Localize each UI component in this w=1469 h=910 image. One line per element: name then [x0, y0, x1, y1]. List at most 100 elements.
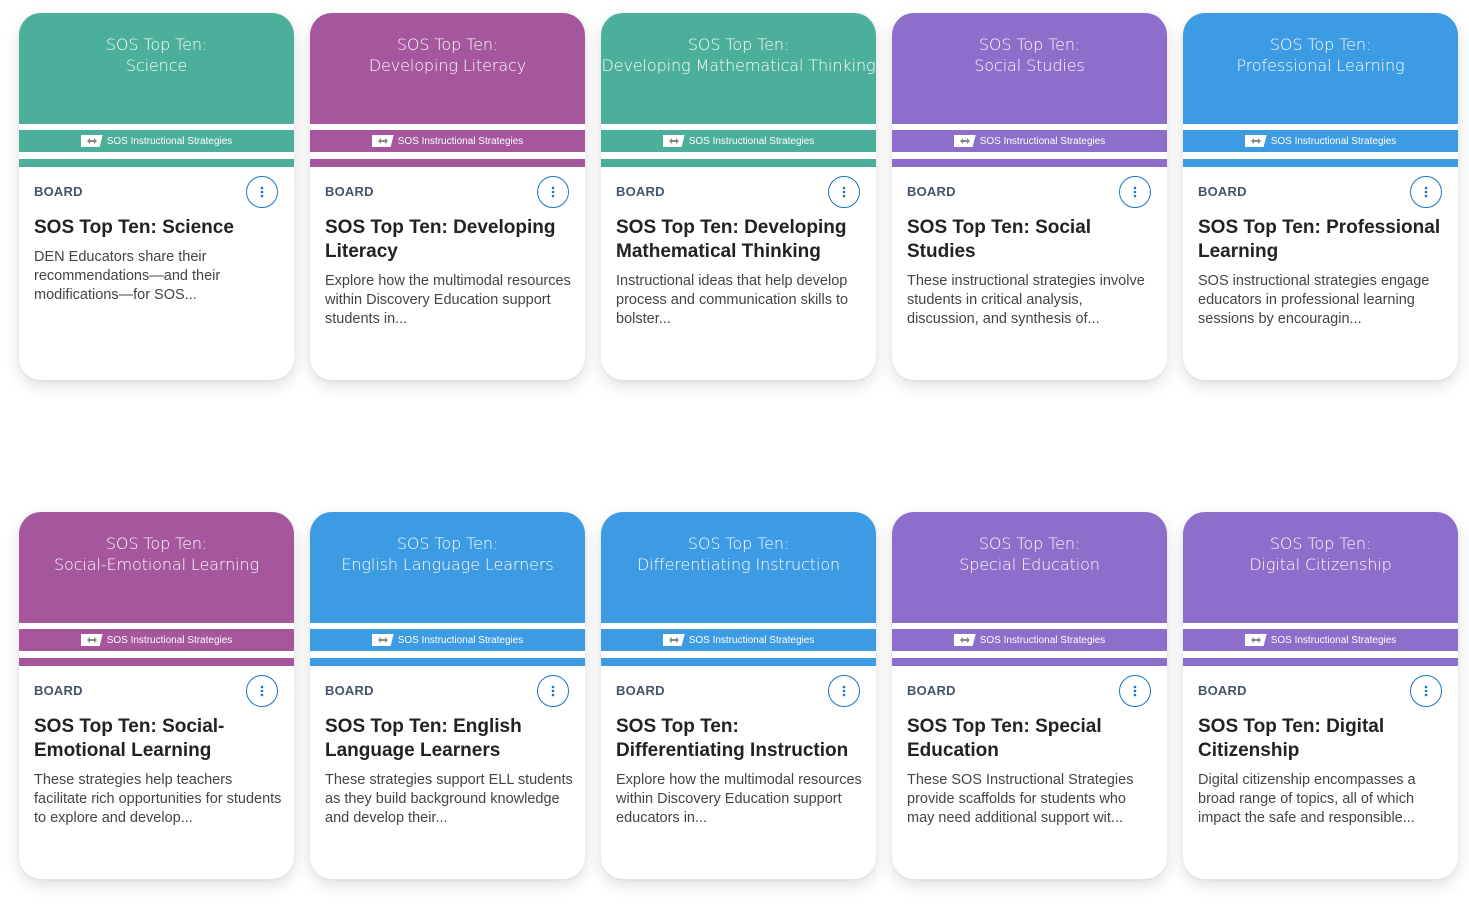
more-options-button[interactable]	[537, 675, 569, 707]
sos-logo-icon	[662, 634, 685, 646]
more-options-button[interactable]	[1410, 675, 1442, 707]
thumbnail-title-area: SOS Top Ten: Professional Learning	[1183, 13, 1458, 124]
board-card[interactable]: SOS Top Ten: Professional Learning SOS I…	[1183, 13, 1458, 380]
thumbnail-title-area: SOS Top Ten: Developing Literacy	[310, 13, 585, 124]
sos-badge-label: SOS Instructional Strategies	[1270, 634, 1397, 646]
sos-logo-icon	[371, 634, 394, 646]
sos-badge: SOS Instructional Strategies	[19, 629, 294, 651]
more-options-button[interactable]	[1119, 675, 1151, 707]
thumbnail-title-line-1: SOS Top Ten:	[105, 533, 208, 553]
sos-badge-label: SOS Instructional Strategies	[106, 634, 233, 646]
card-thumbnail[interactable]: SOS Top Ten: Developing Literacy SOS Ins…	[310, 13, 585, 168]
card-thumbnail[interactable]: SOS Top Ten: Professional Learning SOS I…	[1183, 13, 1458, 168]
board-card[interactable]: SOS Top Ten: Differentiating Instruction…	[601, 512, 876, 879]
kebab-menu-icon	[1424, 685, 1428, 697]
card-title[interactable]: SOS Top Ten: Developing Literacy	[325, 216, 571, 264]
more-options-button[interactable]	[1119, 176, 1151, 208]
sos-badge-label: SOS Instructional Strategies	[397, 634, 524, 646]
more-options-button[interactable]	[1410, 176, 1442, 208]
card-thumbnail[interactable]: SOS Top Ten: Social-Emotional Learning S…	[19, 512, 294, 667]
card-title[interactable]: SOS Top Ten: Digital Citizenship	[1198, 715, 1444, 763]
board-card[interactable]: SOS Top Ten: Developing Literacy SOS Ins…	[310, 13, 585, 380]
card-thumbnail[interactable]: SOS Top Ten: Differentiating Instruction…	[601, 512, 876, 667]
thumbnail-title-line-2: Social-Emotional Learning	[53, 554, 260, 574]
card-description: These instructional strategies involve s…	[907, 273, 1145, 327]
card-row: SOS Top Ten: Science SOS Instructional S…	[19, 13, 1458, 380]
color-strip	[601, 159, 876, 167]
more-options-button[interactable]	[828, 176, 860, 208]
color-strip	[1183, 159, 1458, 167]
thumbnail-title-line-1: SOS Top Ten:	[687, 34, 790, 54]
content-type-label: BOARD	[325, 184, 374, 199]
card-title[interactable]: SOS Top Ten: English Language Learners	[325, 715, 571, 763]
card-row: SOS Top Ten: Social-Emotional Learning S…	[19, 512, 1458, 879]
sos-logo-icon	[953, 135, 976, 147]
thumbnail-title-line-2: English Language Learners	[341, 554, 554, 574]
card-description: SOS instructional strategies engage educ…	[1198, 273, 1430, 327]
card-thumbnail[interactable]: SOS Top Ten: Special Education SOS Instr…	[892, 512, 1167, 667]
more-options-button[interactable]	[246, 675, 278, 707]
thumbnail-title-line-1: SOS Top Ten:	[396, 533, 499, 553]
kebab-menu-icon	[842, 186, 846, 198]
board-card[interactable]: SOS Top Ten: English Language Learners S…	[310, 512, 585, 879]
thumbnail-title-line-2: Developing Mathematical Thinking	[601, 55, 876, 75]
card-thumbnail[interactable]: SOS Top Ten: Developing Mathematical Thi…	[601, 13, 876, 168]
more-options-button[interactable]	[828, 675, 860, 707]
thumbnail-title-line-2: Special Education	[959, 554, 1100, 574]
color-strip	[601, 658, 876, 666]
sos-badge: SOS Instructional Strategies	[1183, 130, 1458, 152]
thumbnail-title-line-2: Professional Learning	[1236, 55, 1405, 75]
card-thumbnail[interactable]: SOS Top Ten: English Language Learners S…	[310, 512, 585, 667]
card-description: Instructional ideas that help develop pr…	[616, 273, 849, 327]
thumbnail-title-line-2: Differentiating Instruction	[636, 554, 841, 574]
card-title[interactable]: SOS Top Ten: Social-Emotional Learning	[34, 715, 280, 763]
thumbnail-title-line-1: SOS Top Ten:	[687, 533, 790, 553]
content-type-label: BOARD	[907, 683, 956, 698]
kebab-menu-icon	[1133, 685, 1137, 697]
thumbnail-title-area: SOS Top Ten: Social Studies	[892, 13, 1167, 124]
sos-badge-label: SOS Instructional Strategies	[1270, 135, 1397, 147]
card-description: Digital citizenship encompasses a broad …	[1198, 772, 1416, 826]
board-card[interactable]: SOS Top Ten: Developing Mathematical Thi…	[601, 13, 876, 380]
content-type-label: BOARD	[34, 683, 83, 698]
sos-logo-icon	[80, 634, 103, 646]
card-thumbnail[interactable]: SOS Top Ten: Digital Citizenship SOS Ins…	[1183, 512, 1458, 667]
color-strip	[892, 658, 1167, 666]
card-title[interactable]: SOS Top Ten: Developing Mathematical Thi…	[616, 216, 862, 264]
color-strip	[892, 159, 1167, 167]
card-thumbnail[interactable]: SOS Top Ten: Science SOS Instructional S…	[19, 13, 294, 168]
content-type-label: BOARD	[616, 683, 665, 698]
content-type-label: BOARD	[907, 184, 956, 199]
color-strip	[19, 658, 294, 666]
color-strip	[1183, 658, 1458, 666]
sos-badge: SOS Instructional Strategies	[601, 629, 876, 651]
thumbnail-title-area: SOS Top Ten: Developing Mathematical Thi…	[601, 13, 876, 124]
card-description: DEN Educators share their recommendation…	[34, 249, 221, 303]
board-card[interactable]: SOS Top Ten: Social Studies SOS Instruct…	[892, 13, 1167, 380]
content-type-label: BOARD	[616, 184, 665, 199]
sos-badge: SOS Instructional Strategies	[892, 130, 1167, 152]
card-title[interactable]: SOS Top Ten: Differentiating Instruction	[616, 715, 862, 763]
thumbnail-title-line-2: Science	[125, 55, 188, 75]
board-card[interactable]: SOS Top Ten: Digital Citizenship SOS Ins…	[1183, 512, 1458, 879]
thumbnail-title-area: SOS Top Ten: English Language Learners	[310, 512, 585, 623]
sos-badge: SOS Instructional Strategies	[310, 629, 585, 651]
kebab-menu-icon	[260, 186, 264, 198]
card-thumbnail[interactable]: SOS Top Ten: Social Studies SOS Instruct…	[892, 13, 1167, 168]
card-title[interactable]: SOS Top Ten: Special Education	[907, 715, 1153, 763]
kebab-menu-icon	[551, 186, 555, 198]
board-card[interactable]: SOS Top Ten: Special Education SOS Instr…	[892, 512, 1167, 879]
sos-badge-label: SOS Instructional Strategies	[979, 634, 1106, 646]
card-title[interactable]: SOS Top Ten: Professional Learning	[1198, 216, 1444, 264]
thumbnail-title-area: SOS Top Ten: Science	[19, 13, 294, 124]
card-title[interactable]: SOS Top Ten: Social Studies	[907, 216, 1153, 264]
kebab-menu-icon	[1424, 186, 1428, 198]
sos-logo-icon	[662, 135, 685, 147]
more-options-button[interactable]	[246, 176, 278, 208]
board-card[interactable]: SOS Top Ten: Science SOS Instructional S…	[19, 13, 294, 380]
board-card[interactable]: SOS Top Ten: Social-Emotional Learning S…	[19, 512, 294, 879]
card-title[interactable]: SOS Top Ten: Science	[34, 216, 280, 240]
more-options-button[interactable]	[537, 176, 569, 208]
sos-logo-icon	[953, 634, 976, 646]
thumbnail-title-area: SOS Top Ten: Differentiating Instruction	[601, 512, 876, 623]
